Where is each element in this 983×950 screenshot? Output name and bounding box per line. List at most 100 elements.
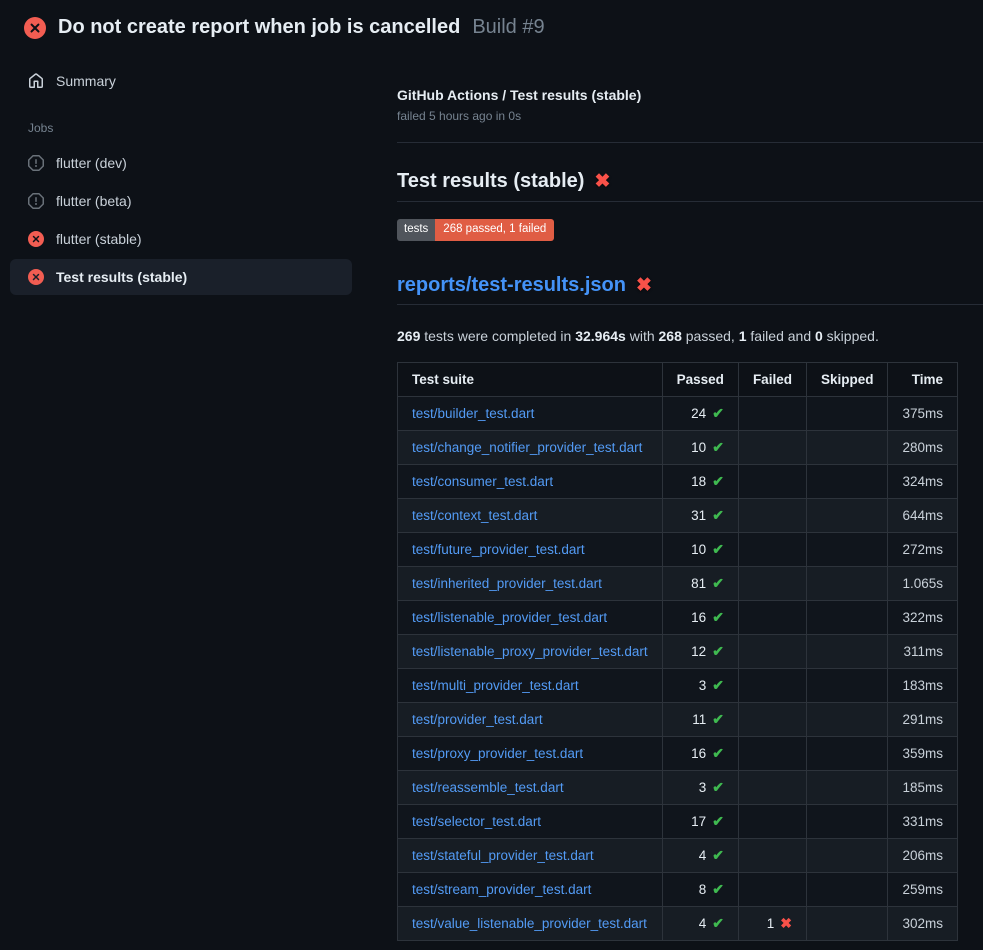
failed-cell bbox=[738, 668, 806, 702]
summary-segment: 32.964s bbox=[575, 328, 626, 344]
test-suite-link[interactable]: test/inherited_provider_test.dart bbox=[412, 576, 602, 591]
summary-segment: failed and bbox=[747, 328, 816, 344]
passed-count: 12 bbox=[691, 644, 706, 659]
summary-segment: skipped. bbox=[823, 328, 879, 344]
test-suite-cell: test/reassemble_test.dart bbox=[398, 770, 663, 804]
table-row: test/provider_test.dart11✔291ms bbox=[398, 702, 958, 736]
failed-status-icon bbox=[24, 17, 46, 39]
test-suite-cell: test/inherited_provider_test.dart bbox=[398, 566, 663, 600]
test-suite-link[interactable]: test/builder_test.dart bbox=[412, 406, 534, 421]
test-suite-link[interactable]: test/proxy_provider_test.dart bbox=[412, 746, 583, 761]
skipped-cell bbox=[806, 566, 888, 600]
failed-cell: 1✖ bbox=[738, 906, 806, 940]
passed-cell: 10✔ bbox=[662, 430, 738, 464]
check-mark-icon: ✔ bbox=[712, 541, 724, 557]
failed-count: 1 bbox=[767, 916, 775, 931]
skipped-cell bbox=[806, 770, 888, 804]
build-number: Build #9 bbox=[472, 16, 544, 39]
failed-x-icon: ✖ bbox=[636, 276, 652, 295]
passed-count: 8 bbox=[699, 882, 707, 897]
test-suite-link[interactable]: test/consumer_test.dart bbox=[412, 474, 553, 489]
passed-cell: 16✔ bbox=[662, 736, 738, 770]
test-suite-link[interactable]: test/stream_provider_test.dart bbox=[412, 882, 591, 897]
passed-cell: 24✔ bbox=[662, 396, 738, 430]
sidebar-item-test-results-stable[interactable]: Test results (stable) bbox=[10, 259, 352, 295]
failed-cell bbox=[738, 702, 806, 736]
test-suite-link[interactable]: test/value_listenable_provider_test.dart bbox=[412, 916, 647, 931]
summary-segment: 269 bbox=[397, 328, 420, 344]
test-suite-cell: test/provider_test.dart bbox=[398, 702, 663, 736]
report-heading: reports/test-results.json ✖ bbox=[397, 274, 983, 305]
failed-cell bbox=[738, 770, 806, 804]
passed-count: 16 bbox=[691, 610, 706, 625]
table-row: test/builder_test.dart24✔375ms bbox=[398, 396, 958, 430]
test-suite-link[interactable]: test/multi_provider_test.dart bbox=[412, 678, 579, 693]
sidebar-item-flutter-beta[interactable]: flutter (beta) bbox=[10, 183, 352, 219]
skipped-cell bbox=[806, 838, 888, 872]
passed-cell: 4✔ bbox=[662, 838, 738, 872]
column-header-passed: Passed bbox=[662, 362, 738, 396]
sidebar-item-label: Test results (stable) bbox=[56, 269, 187, 285]
summary-segment: 0 bbox=[815, 328, 823, 344]
test-suite-link[interactable]: test/listenable_provider_test.dart bbox=[412, 610, 607, 625]
skipped-cell bbox=[806, 464, 888, 498]
divider bbox=[397, 142, 983, 143]
test-suite-cell: test/stateful_provider_test.dart bbox=[398, 838, 663, 872]
sidebar-item-flutter-dev[interactable]: flutter (dev) bbox=[10, 145, 352, 181]
time-cell: 259ms bbox=[888, 872, 958, 906]
test-suite-link[interactable]: test/listenable_proxy_provider_test.dart bbox=[412, 644, 648, 659]
passed-cell: 17 ✔ bbox=[662, 804, 738, 838]
sidebar-item-flutter-stable[interactable]: flutter (stable) bbox=[10, 221, 352, 257]
report-file-link[interactable]: reports/test-results.json bbox=[397, 274, 626, 297]
check-mark-icon: ✔ bbox=[712, 575, 724, 591]
check-mark-icon: ✔ bbox=[712, 813, 724, 829]
test-suite-link[interactable]: test/change_notifier_provider_test.dart bbox=[412, 440, 642, 455]
skipped-cell bbox=[806, 634, 888, 668]
skipped-cell bbox=[806, 430, 888, 464]
test-suite-cell: test/listenable_provider_test.dart bbox=[398, 600, 663, 634]
passed-count: 10 bbox=[691, 542, 706, 557]
table-row: test/selector_test.dart17✔331ms bbox=[398, 804, 958, 838]
check-mark-icon: ✔ bbox=[712, 473, 724, 489]
passed-count: 17 bbox=[691, 814, 706, 829]
test-suite-link[interactable]: test/context_test.dart bbox=[412, 508, 537, 523]
skipped-cell bbox=[806, 872, 888, 906]
passed-count: 31 bbox=[691, 508, 706, 523]
test-suite-link[interactable]: test/provider_test.dart bbox=[412, 712, 543, 727]
section-heading: Test results (stable) ✖ bbox=[397, 170, 983, 202]
summary-segment: passed, bbox=[682, 328, 739, 344]
test-suite-cell: test/stream_provider_test.dart bbox=[398, 872, 663, 906]
check-mark-icon: ✔ bbox=[712, 745, 724, 761]
failed-x-icon: ✖ bbox=[594, 172, 610, 191]
cancelled-icon bbox=[28, 155, 44, 171]
passed-count: 11 bbox=[692, 712, 706, 727]
test-suite-link[interactable]: test/selector_test.dart bbox=[412, 814, 541, 829]
summary-segment: 1 bbox=[739, 328, 747, 344]
passed-count: 81 bbox=[691, 576, 706, 591]
sidebar-item-summary[interactable]: Summary bbox=[10, 63, 352, 99]
tests-status-badge: tests 268 passed, 1 failed bbox=[397, 219, 554, 241]
cancelled-icon bbox=[28, 193, 44, 209]
home-icon bbox=[28, 73, 44, 89]
test-suite-link[interactable]: test/stateful_provider_test.dart bbox=[412, 848, 594, 863]
badge-value: 268 passed, 1 failed bbox=[435, 219, 554, 241]
x-circle-icon bbox=[28, 231, 44, 247]
test-suite-link[interactable]: test/future_provider_test.dart bbox=[412, 542, 585, 557]
check-mark-icon: ✔ bbox=[712, 711, 724, 727]
passed-count: 3 bbox=[699, 678, 707, 693]
table-row: test/consumer_test.dart18✔324ms bbox=[398, 464, 958, 498]
summary-segment: 268 bbox=[659, 328, 682, 344]
time-cell: 183ms bbox=[888, 668, 958, 702]
test-suite-cell: test/proxy_provider_test.dart bbox=[398, 736, 663, 770]
passed-cell: 4✔ bbox=[662, 906, 738, 940]
check-mark-icon: ✔ bbox=[712, 439, 724, 455]
failed-cell bbox=[738, 566, 806, 600]
test-suite-link[interactable]: test/reassemble_test.dart bbox=[412, 780, 564, 795]
time-cell: 1.065s bbox=[888, 566, 958, 600]
summary-line: 269 tests were completed in 32.964s with… bbox=[397, 328, 983, 344]
skipped-cell bbox=[806, 600, 888, 634]
section-heading-label: Test results (stable) bbox=[397, 170, 584, 193]
check-mark-icon: ✔ bbox=[712, 609, 724, 625]
summary-segment: tests were completed in bbox=[420, 328, 575, 344]
sidebar-item-label: flutter (stable) bbox=[56, 231, 142, 247]
